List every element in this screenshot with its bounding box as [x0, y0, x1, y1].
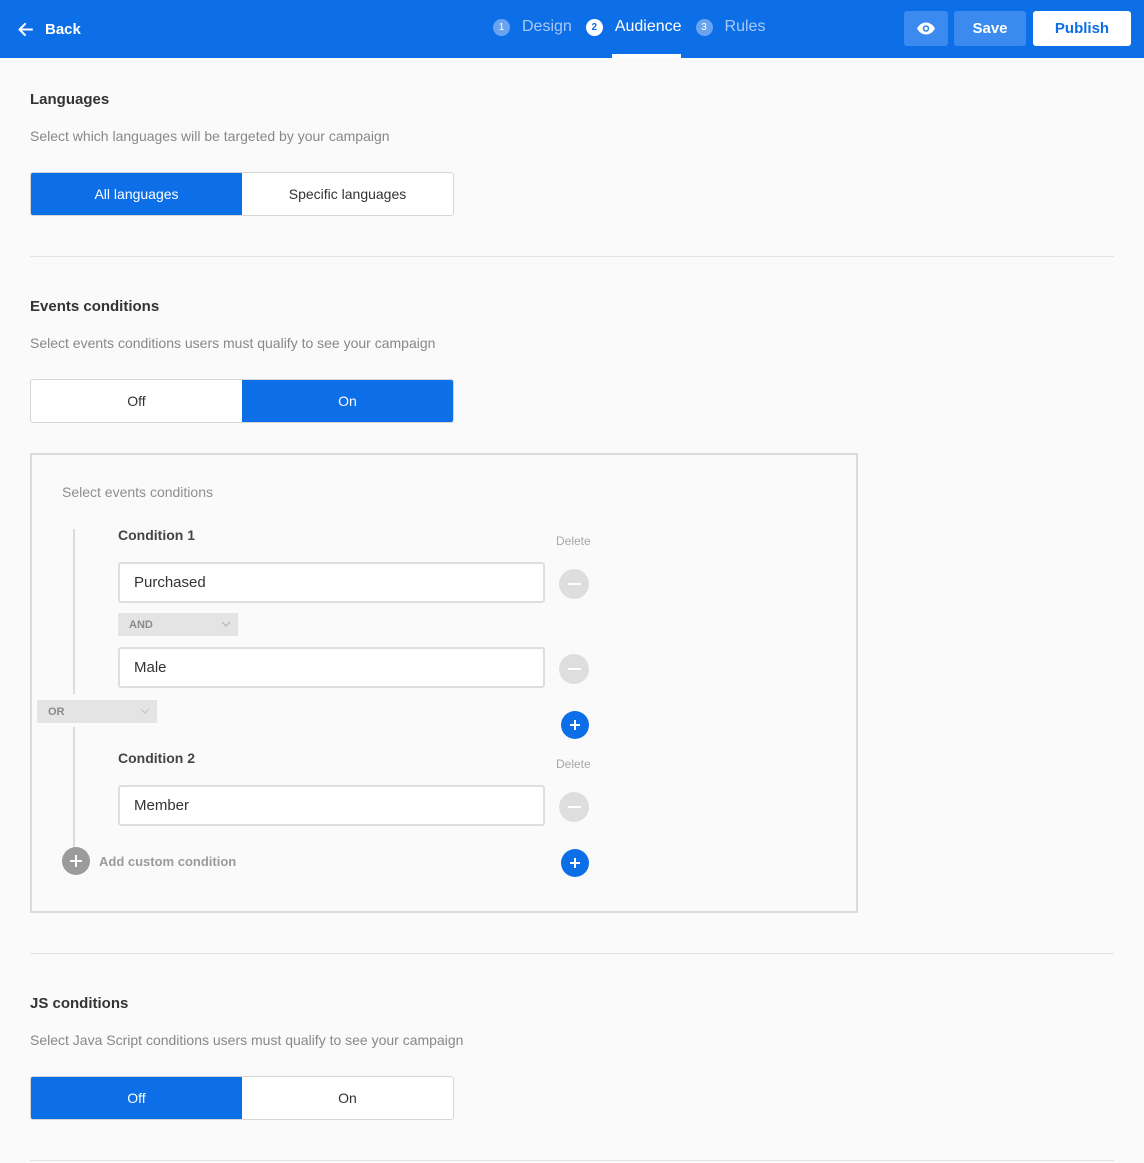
plus-icon — [570, 858, 580, 868]
top-bar: Back 1 Design 2 Audience 3 Rules Save Pu… — [0, 0, 1144, 58]
events-toggle: Off On — [30, 379, 454, 423]
condition-2-field[interactable]: Member — [118, 785, 545, 826]
specific-languages-option[interactable]: Specific languages — [242, 173, 453, 215]
tab-label: Design — [522, 18, 572, 35]
chevron-down-icon — [140, 708, 150, 714]
js-description: Select Java Script conditions users must… — [30, 1032, 464, 1048]
eye-icon — [917, 22, 935, 35]
tab-label: Rules — [724, 18, 766, 35]
or-dropdown-value: OR — [48, 705, 65, 718]
js-toggle: Off On — [30, 1076, 454, 1120]
condition-1-event-field[interactable]: Purchased — [118, 562, 545, 603]
tab-rules[interactable]: 3 Rules — [695, 0, 766, 58]
all-languages-option[interactable]: All languages — [31, 173, 242, 215]
section-divider — [30, 1160, 1114, 1161]
remove-condition-button[interactable] — [559, 569, 589, 599]
remove-condition-button[interactable] — [559, 792, 589, 822]
condition-1-title: Condition 1 — [118, 527, 195, 543]
events-on-option[interactable]: On — [242, 380, 453, 422]
condition-2-title: Condition 2 — [118, 750, 195, 766]
back-button[interactable]: Back — [18, 18, 81, 40]
add-and-condition-button[interactable] — [561, 849, 589, 877]
add-and-condition-button[interactable] — [561, 711, 589, 739]
chevron-down-icon — [221, 621, 231, 627]
step-number: 2 — [585, 19, 603, 36]
tab-audience[interactable]: 2 Audience — [585, 0, 682, 58]
languages-description: Select which languages will be targeted … — [30, 128, 390, 144]
section-divider — [30, 953, 1114, 954]
minus-icon — [567, 668, 581, 670]
delete-label: Delete — [556, 757, 591, 771]
and-dropdown-value: AND — [129, 618, 153, 631]
tab-design[interactable]: 1 Design — [493, 0, 572, 58]
condition-group-line — [73, 529, 75, 694]
tab-label: Audience — [614, 18, 682, 35]
back-label: Back — [45, 20, 81, 38]
delete-label: Delete — [556, 534, 591, 548]
events-off-option[interactable]: Off — [31, 380, 242, 422]
or-dropdown[interactable]: OR — [37, 700, 157, 723]
events-heading: Events conditions — [30, 298, 160, 315]
arrow-left-icon — [18, 22, 33, 36]
step-number: 1 — [493, 19, 510, 36]
js-on-option[interactable]: On — [242, 1077, 453, 1119]
preview-button[interactable] — [904, 11, 948, 46]
minus-icon — [567, 806, 581, 808]
save-button[interactable]: Save — [954, 11, 1026, 46]
add-custom-condition-button[interactable]: Add custom condition — [62, 847, 236, 875]
languages-heading: Languages — [30, 91, 110, 108]
and-dropdown[interactable]: AND — [118, 613, 238, 636]
condition-group-line — [73, 727, 75, 852]
step-number: 3 — [695, 19, 713, 36]
condition-1-gender-field[interactable]: Male — [118, 647, 545, 688]
section-divider — [30, 256, 1114, 257]
active-tab-indicator — [612, 54, 681, 58]
languages-toggle: All languages Specific languages — [30, 172, 454, 216]
remove-condition-button[interactable] — [559, 654, 589, 684]
add-custom-condition-label: Add custom condition — [99, 853, 237, 869]
events-panel-label: Select events conditions — [62, 484, 213, 500]
plus-circle-icon — [62, 847, 90, 875]
publish-button[interactable]: Publish — [1033, 11, 1131, 46]
plus-icon — [570, 720, 580, 730]
events-description: Select events conditions users must qual… — [30, 335, 436, 351]
js-off-option[interactable]: Off — [31, 1077, 242, 1119]
minus-icon — [567, 583, 581, 585]
step-tabs: 1 Design 2 Audience 3 Rules — [493, 0, 779, 58]
js-heading: JS conditions — [30, 995, 129, 1012]
